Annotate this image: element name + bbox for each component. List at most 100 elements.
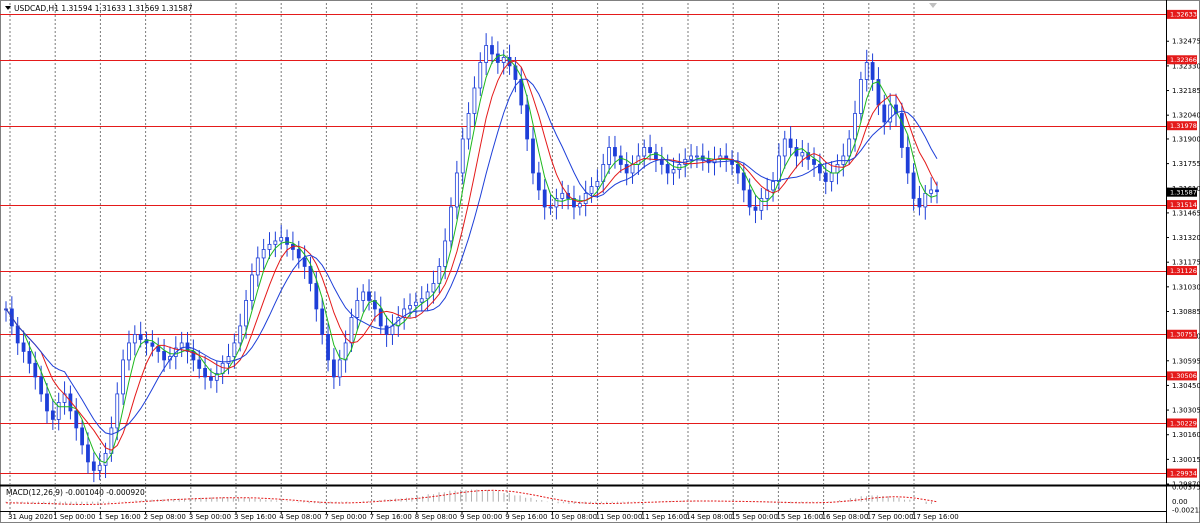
candle-body: [812, 158, 816, 165]
candle-body: [408, 305, 412, 310]
chart-window[interactable]: 1.32475 1.32330 1.32185 1.32040 1.31900 1.317…: [0, 0, 1200, 523]
candle-body: [361, 291, 366, 301]
candle-body: [337, 359, 342, 378]
candle-body: [642, 147, 647, 157]
time-tick-label: 3 Sep 00:00: [189, 513, 231, 521]
candle-body: [853, 113, 857, 140]
candle-body: [589, 186, 594, 194]
time-tick-label: 8 Sep 08:00: [415, 513, 457, 521]
current-price-label: 1.31587: [1170, 188, 1197, 196]
candle-body: [665, 164, 670, 174]
price-tick-label: 1.32475: [1172, 38, 1200, 46]
candle-body: [917, 198, 922, 208]
candle-body: [232, 342, 237, 357]
candle-body: [162, 351, 166, 361]
candle-body: [250, 274, 254, 301]
candle-body: [501, 56, 506, 63]
time-tick-label: 7 Sep 00:00: [324, 513, 366, 521]
candle-body: [209, 376, 213, 381]
candle-body: [478, 62, 483, 89]
candle-body: [413, 301, 418, 306]
time-tick-label: 15 Sep 16:00: [776, 513, 823, 521]
candle-body: [384, 325, 389, 335]
time-tick-label: 17 Sep 00:00: [867, 513, 914, 521]
candle-body: [771, 181, 775, 191]
time-tick-label: 10 Sep 08:00: [550, 513, 597, 521]
candle-body: [244, 300, 248, 327]
candle-body: [577, 203, 582, 208]
candle-body: [905, 147, 910, 174]
candle-body: [331, 359, 336, 378]
chart-header: USDCAD,H1 1.31594 1.31633 1.31569 1.3158…: [5, 4, 193, 13]
candle-body: [800, 152, 805, 157]
level-price-label: 1.31978: [1170, 122, 1197, 130]
candle-body: [443, 240, 448, 267]
candle-body: [677, 164, 682, 170]
time-tick-label: 3 Sep 16:00: [234, 513, 276, 521]
time-tick-label: 4 Sep 08:00: [279, 513, 321, 521]
candle-body: [314, 283, 319, 310]
symbol-info: USDCAD,H1 1.31594 1.31633 1.31569 1.3158…: [14, 4, 193, 13]
candle-body: [86, 444, 90, 463]
candle-body: [525, 104, 530, 140]
candle-body: [519, 79, 524, 106]
candle-body: [741, 172, 746, 191]
candle-body: [648, 147, 652, 153]
level-price-label: 1.31126: [1170, 267, 1197, 275]
level-price-label: 1.32633: [1170, 11, 1197, 19]
time-tick-label: 17 Sep 16:00: [912, 513, 959, 521]
price-tick-label: 1.31900: [1172, 135, 1200, 143]
candle-body: [490, 45, 494, 55]
time-tick-label: 1 Sep 00:00: [53, 513, 95, 521]
candle-body: [788, 138, 793, 148]
candle-body: [285, 237, 289, 245]
candle-body: [127, 342, 131, 361]
candle-body: [472, 87, 477, 114]
candle-body: [695, 155, 699, 158]
time-axis: 31 Aug 2020 1 Sep 00:00 1 Sep 16:00 2 Sep 0…: [8, 511, 959, 521]
candle-body: [367, 291, 371, 301]
time-tick-label: 16 Sep 08:00: [822, 513, 869, 521]
candle-body: [103, 453, 108, 466]
candle-body: [15, 325, 20, 344]
candle-body: [390, 325, 395, 335]
candle-body: [495, 53, 500, 63]
candle-body: [132, 334, 137, 344]
macd-header: MACD(12,26,9) -0.001040 -0.000920: [6, 488, 145, 497]
price-tick-label: 1.32040: [1172, 112, 1200, 120]
chart-canvas[interactable]: 1.324751.323301.321851.320401.319001.317…: [0, 0, 1200, 523]
level-price-label: 1.32366: [1170, 56, 1197, 64]
candle-body: [437, 266, 442, 284]
candle-body: [548, 206, 553, 209]
candle-body: [466, 113, 471, 140]
level-price-label: 1.29934: [1170, 469, 1197, 477]
time-tick-label: 14 Sep 08:00: [686, 513, 733, 521]
candle-body: [753, 206, 758, 211]
time-tick-label: 11 Sep 00:00: [596, 513, 643, 521]
candle-body: [782, 138, 787, 157]
candle-body: [624, 164, 629, 174]
macd-label: MACD(12,26,9) -0.001040 -0.000920: [6, 488, 145, 497]
candle-body: [296, 249, 301, 259]
candle-body: [689, 155, 693, 160]
time-tick-label: 9 Sep 16:00: [505, 513, 547, 521]
level-price-label: 1.30751: [1170, 331, 1197, 339]
level-price-label: 1.31514: [1170, 201, 1197, 209]
price-tick-label: 1.31755: [1172, 160, 1200, 168]
candle-body: [618, 155, 623, 165]
candle-body: [858, 79, 863, 114]
candle-body: [882, 104, 887, 123]
candle-body: [425, 291, 430, 300]
candle-body: [50, 410, 55, 420]
candle-body: [97, 464, 102, 471]
candle-body: [326, 334, 330, 361]
candle-body: [80, 427, 85, 446]
price-tick-label: 1.30305: [1172, 407, 1200, 415]
level-price-label: 1.30506: [1170, 372, 1197, 380]
candle-body: [226, 356, 231, 364]
candle-body: [273, 240, 278, 245]
candle-body: [279, 237, 284, 242]
candle-body: [238, 325, 243, 344]
candle-body: [607, 147, 612, 165]
time-tick-label: 7 Sep 16:00: [370, 513, 412, 521]
